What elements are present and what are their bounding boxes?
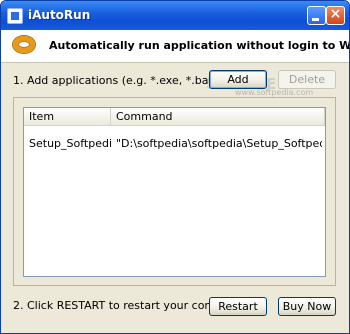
restart-button[interactable]: Restart [209, 297, 267, 316]
close-icon: × [329, 6, 342, 22]
window-title: iAutoRun [28, 8, 91, 22]
row-command-cell: "D:\softpedia\softpedia\Setup_Softpedia.… [116, 137, 322, 150]
ring-logo-icon [13, 36, 35, 53]
header-banner: Automatically run application without lo… [1, 30, 349, 63]
close-button[interactable]: × [326, 6, 345, 25]
delete-button[interactable]: Delete [278, 70, 336, 89]
watermark-url: www.softpedia.com [235, 88, 314, 97]
buy-now-button[interactable]: Buy Now [278, 297, 336, 316]
app-window: iAutoRun × Automatically run application… [0, 0, 350, 334]
application-list-panel: Item Command Setup_Softpedia "D:\softped… [13, 97, 336, 286]
app-icon [7, 8, 23, 24]
column-header-command[interactable]: Command [111, 108, 325, 126]
header-title: Automatically run application without lo… [49, 39, 349, 52]
minimize-button[interactable] [307, 6, 326, 25]
add-button[interactable]: Add [209, 70, 267, 89]
title-bar[interactable]: iAutoRun × [1, 1, 349, 30]
application-list[interactable]: Item Command Setup_Softpedia "D:\softped… [23, 107, 326, 277]
column-header-item[interactable]: Item [24, 108, 111, 126]
row-item-cell: Setup_Softpedia [29, 137, 111, 150]
